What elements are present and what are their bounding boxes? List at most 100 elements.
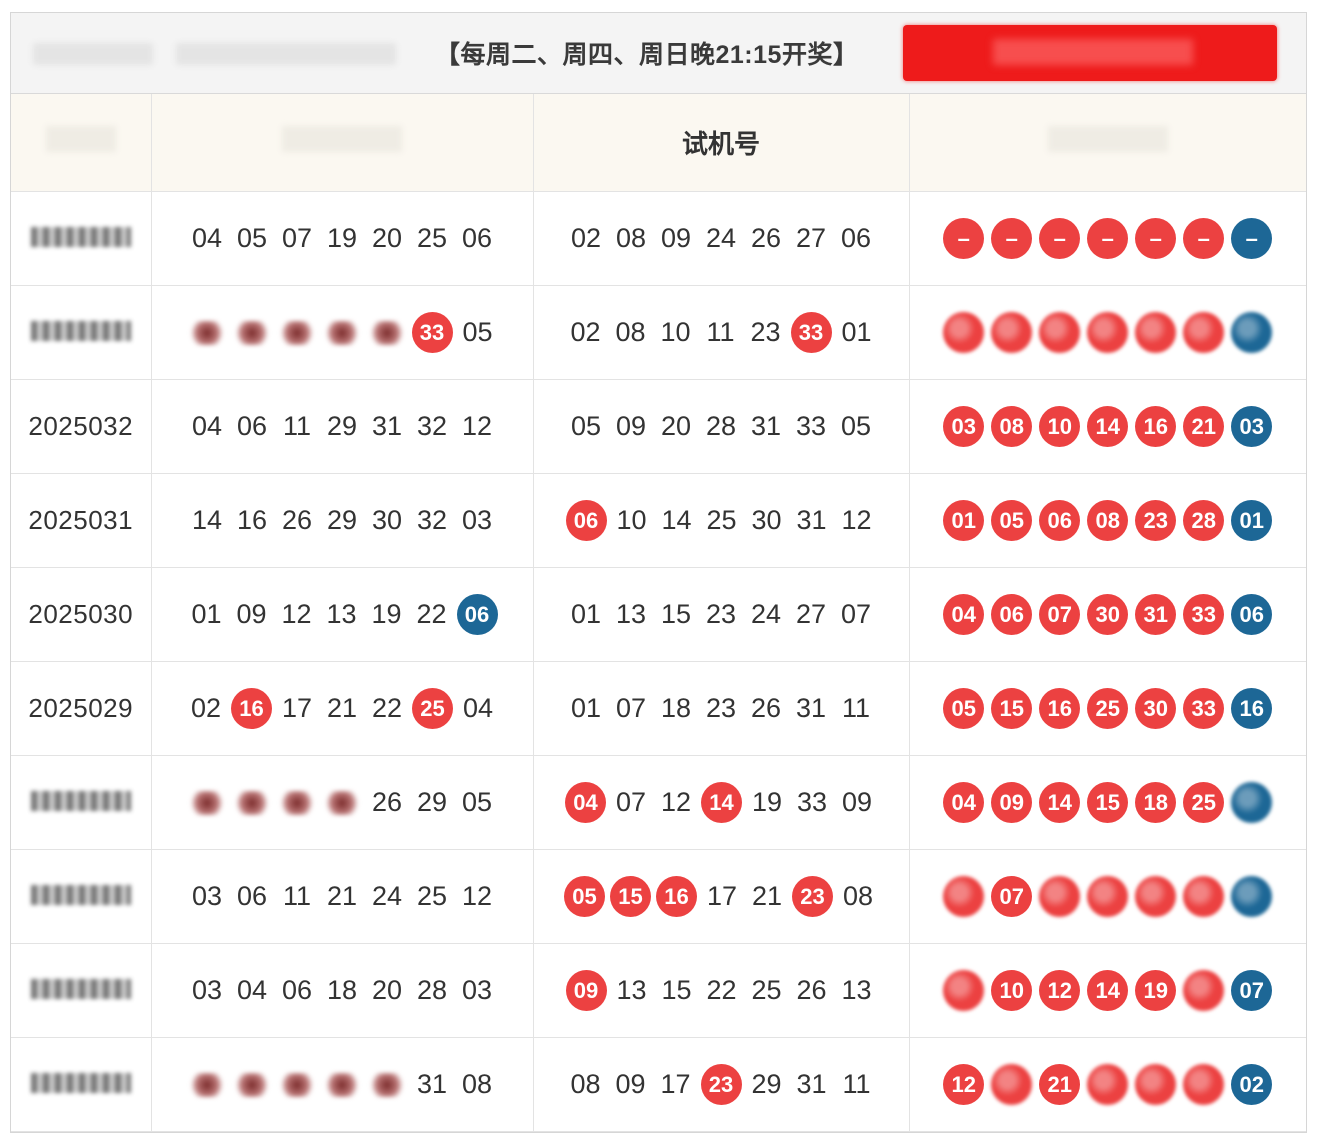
table-header: 试机号 xyxy=(11,94,1306,192)
red-ball: – xyxy=(1183,218,1225,259)
number: 29 xyxy=(751,1069,782,1099)
issue-number-text: 2025030 xyxy=(28,599,134,629)
number: 03 xyxy=(191,975,223,1005)
test-numbers: 05 15 16 17 21 23 08 xyxy=(532,849,910,944)
number: 07 xyxy=(615,693,647,723)
lottery-panel: 【每周二、周四、周日晚21:15开奖】 试机号 04 05 07 19 20 25 06 02… xyxy=(10,12,1307,1133)
blue-ball: 03 xyxy=(1231,406,1273,447)
number: 32 xyxy=(416,505,448,535)
red-ball: 04 xyxy=(943,594,985,635)
red-ball: 18 xyxy=(1135,782,1177,823)
number: 06 xyxy=(281,975,313,1005)
pick-balls: 05 15 16 25 30 33 16 xyxy=(908,661,1306,756)
number: 29 xyxy=(416,787,448,817)
red-ball: 10 xyxy=(991,970,1033,1011)
number: 07 xyxy=(281,223,313,253)
number: 11 xyxy=(282,411,312,441)
redacted-number xyxy=(321,320,362,345)
red-ball: 30 xyxy=(1135,688,1177,729)
red-ball xyxy=(1087,876,1129,917)
number: 12 xyxy=(461,411,493,441)
results-table: 试机号 04 05 07 19 20 25 06 02 08 09 24 26 27 06– – – – – – –3… xyxy=(11,94,1306,1132)
number: 33 xyxy=(796,787,828,817)
table-row: 03 06 11 21 24 25 12 05 15 16 17 21 23 08 07 xyxy=(11,849,1306,944)
number: 28 xyxy=(705,411,737,441)
table-row: 03 04 06 18 20 28 03 09 13 15 22 25 26 13 10 12 14 19 07 xyxy=(11,943,1306,1038)
table-row: 31 08 08 09 17 23 29 31 11 12 21 02 xyxy=(11,1037,1306,1132)
pick-balls: 01 05 06 08 23 28 01 xyxy=(908,473,1306,568)
number: 14 xyxy=(191,505,223,535)
issue-number xyxy=(11,191,152,286)
number: 05 xyxy=(570,411,602,441)
highlighted-number-ball: 06 xyxy=(565,500,607,541)
number: 19 xyxy=(751,787,783,817)
red-ball: 12 xyxy=(1039,970,1081,1011)
issue-number xyxy=(11,285,152,380)
test-numbers: 08 09 17 23 29 31 11 xyxy=(532,1037,910,1132)
red-ball xyxy=(991,1064,1033,1105)
number: 17 xyxy=(281,693,313,723)
highlighted-number-ball: 23 xyxy=(792,876,833,917)
number: 12 xyxy=(841,505,872,535)
number: 26 xyxy=(750,223,782,253)
red-ball: – xyxy=(1135,218,1177,259)
issue-number: 2025029 xyxy=(11,661,152,756)
number: 02 xyxy=(570,223,602,253)
red-ball: 16 xyxy=(1135,406,1177,447)
draw-numbers: 03 04 06 18 20 28 03 xyxy=(150,943,534,1038)
redacted-number xyxy=(277,790,317,815)
blue-ball xyxy=(1231,876,1273,917)
number: 19 xyxy=(326,223,358,253)
pick-balls: 04 09 14 15 18 25 xyxy=(908,755,1306,850)
number: 08 xyxy=(842,881,874,911)
red-ball xyxy=(1135,312,1177,353)
highlighted-number-ball: 16 xyxy=(231,688,272,729)
red-ball xyxy=(1087,312,1129,353)
table-row: 2025029 02 16 17 21 22 25 04 01 07 18 23 26 31 11 05 15 1… xyxy=(11,661,1306,756)
test-numbers: 01 07 18 23 26 31 11 xyxy=(532,661,910,756)
redacted-action-button[interactable] xyxy=(903,25,1277,81)
test-numbers: 04 07 12 14 19 33 09 xyxy=(532,755,910,850)
table-row: 2025030 01 09 12 13 19 22 06 01 13 15 23 24 27 07 04 06 0… xyxy=(11,567,1306,662)
number: 06 xyxy=(461,223,493,253)
redacted-number xyxy=(187,790,227,815)
number: 09 xyxy=(660,223,692,253)
number: 32 xyxy=(416,411,448,441)
number: 24 xyxy=(750,599,782,629)
red-ball: 14 xyxy=(1087,970,1129,1011)
number: 21 xyxy=(751,881,783,911)
number: 06 xyxy=(236,881,268,911)
number: 33 xyxy=(795,411,827,441)
test-numbers: 06 10 14 25 30 31 12 xyxy=(532,473,910,568)
number: 09 xyxy=(615,411,647,441)
header-pick xyxy=(908,94,1306,192)
redacted-number xyxy=(231,320,272,345)
table-row: 2025032 04 06 11 29 31 32 12 05 09 20 28 31 33 05 03 08 1… xyxy=(11,379,1306,474)
red-ball: – xyxy=(1039,218,1081,259)
issue-number: 2025031 xyxy=(11,473,152,568)
number: 29 xyxy=(326,411,358,441)
red-ball: 30 xyxy=(1087,594,1129,635)
number: 01 xyxy=(570,693,602,723)
number: 19 xyxy=(371,599,402,629)
red-ball xyxy=(1135,876,1177,917)
red-ball: – xyxy=(943,218,985,259)
table-row: 26 29 05 04 07 12 14 19 33 09 04 09 14 15 18 25 xyxy=(11,755,1306,850)
red-ball: 33 xyxy=(1183,688,1225,729)
blue-ball: 06 xyxy=(1231,594,1273,635)
highlighted-number-ball: 04 xyxy=(565,782,606,823)
red-ball: 15 xyxy=(991,688,1033,729)
red-ball: 01 xyxy=(943,500,985,541)
number: 21 xyxy=(326,693,358,723)
issue-number-text: 2025031 xyxy=(28,505,134,535)
number: 25 xyxy=(416,223,448,253)
redacted-number xyxy=(276,320,317,345)
red-ball xyxy=(1183,312,1225,353)
number: 21 xyxy=(326,881,358,911)
red-ball: 04 xyxy=(943,782,985,823)
red-ball xyxy=(943,970,985,1011)
red-ball: – xyxy=(991,218,1033,259)
number: 20 xyxy=(660,411,692,441)
number: 13 xyxy=(841,975,872,1005)
draw-numbers: 33 05 xyxy=(150,285,534,380)
